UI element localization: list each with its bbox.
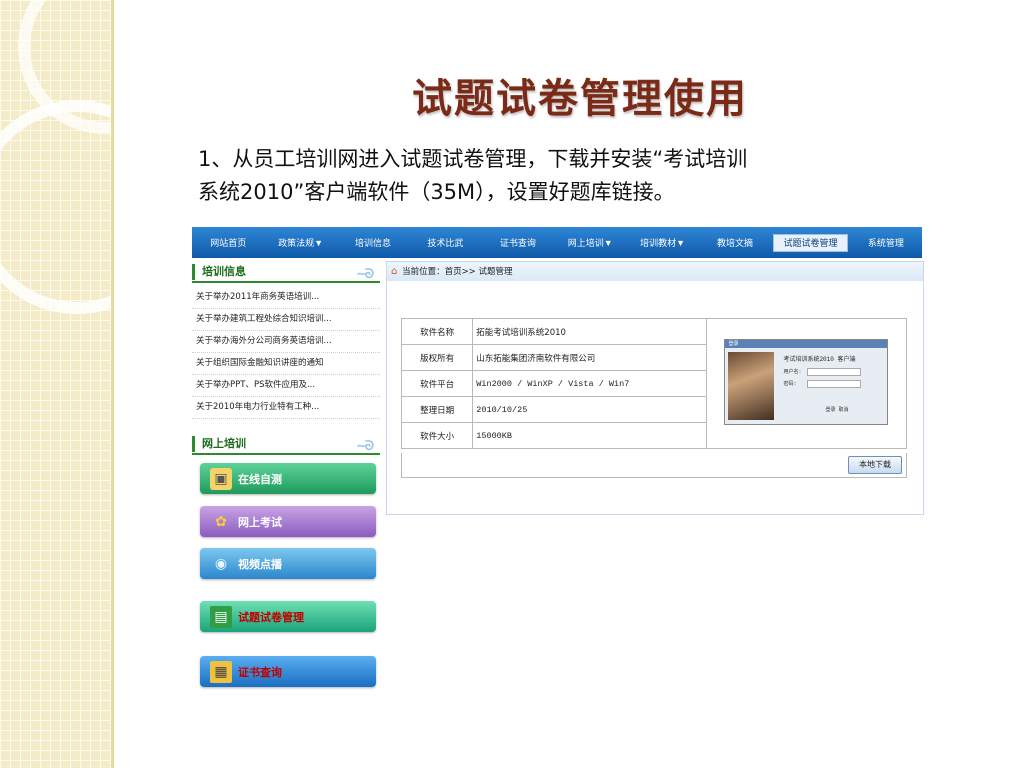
row-value: 拓能考试培训系统2010 — [472, 318, 707, 345]
thumb-text: 登录 取消 — [825, 407, 849, 413]
local-download-button[interactable]: 本地下载 — [848, 456, 902, 474]
row-value: 2010/10/25 — [472, 396, 707, 423]
thumb-field — [807, 368, 862, 376]
row-key: 整理日期 — [400, 396, 474, 423]
client-screenshot-thumbnail[interactable]: 登录 考试培训系统2010 客户端 用户名: 密码: 登录 取消 — [724, 339, 889, 425]
cert-query-label: 证书查询 — [238, 665, 282, 679]
nav-item-online-training[interactable]: 网上培训▼ — [554, 236, 626, 249]
thumb-text: 密码: — [783, 381, 797, 387]
exam-management-label: 试题试卷管理 — [238, 610, 304, 624]
software-info-table: 软件名称 拓能考试培训系统2010 登录 考试培训系统2010 客户端 用户名:… — [400, 318, 908, 449]
slide-title: 试题试卷管理使用 — [412, 75, 748, 122]
panel-title-label: 网上培训 — [202, 437, 246, 450]
panel-title-label: 培训信息 — [202, 265, 246, 278]
row-key: 版权所有 — [400, 344, 474, 371]
row-value: 15000KB — [472, 422, 707, 449]
self-test-label: 在线自测 — [238, 472, 282, 486]
book-icon: ▤ — [210, 605, 232, 628]
nav-item-home[interactable]: 网站首页 — [192, 236, 264, 249]
news-list: 关于举办2011年商务英语培训... 关于举办建筑工程处综合知识培训... 关于… — [192, 287, 380, 419]
breadcrumb-text: 当前位置：首页>> 试题管理 — [402, 267, 513, 277]
exam-management-button[interactable]: ▤ 试题试卷管理 — [200, 601, 376, 632]
panel-title-online-training: 网上培训 ∼ᘐ — [192, 433, 380, 455]
thumb-title: 考试培训系统2010 客户端 — [783, 356, 856, 363]
nav-item-materials[interactable]: 培训教材▼ — [626, 236, 698, 249]
row-key: 软件大小 — [400, 422, 474, 449]
nav-item-exam-management[interactable]: 试题试卷管理 — [773, 233, 848, 252]
main-content-panel: ⌂ 当前位置：首页>> 试题管理 软件名称 拓能考试培训系统2010 登录 考试… — [386, 261, 924, 515]
nav-item-system-admin[interactable]: 系统管理 — [850, 236, 922, 249]
online-exam-label: 网上考试 — [238, 515, 282, 529]
row-key: 软件平台 — [400, 370, 474, 397]
thumb-text: 用户名: — [783, 369, 802, 375]
thumb-field — [807, 380, 862, 388]
news-item[interactable]: 关于组织国际金融知识讲座的通知 — [192, 353, 380, 375]
thumb-titlebar: 登录 — [725, 340, 888, 348]
row-key: 软件名称 — [400, 318, 474, 345]
strip-edge — [111, 0, 114, 768]
swirl-decoration-icon: ∼ᘐ — [355, 439, 374, 454]
nav-item-skill-contest[interactable]: 技术比武 — [409, 236, 481, 249]
news-item[interactable]: 关于举办海外分公司商务英语培训... — [192, 331, 380, 353]
news-item[interactable]: 关于举办建筑工程处综合知识培训... — [192, 309, 380, 331]
flower-icon: ✿ — [215, 513, 227, 530]
nav-item-training-info[interactable]: 培训信息 — [337, 236, 409, 249]
video-label: 视频点播 — [238, 557, 282, 571]
description-line-1: 1、从员工培训网进入试题试卷管理，下载并安装“考试培训 — [198, 147, 748, 171]
screenshot-thumbnail-cell: 登录 考试培训系统2010 客户端 用户名: 密码: 登录 取消 — [705, 318, 908, 449]
video-on-demand-button[interactable]: ◉ 视频点播 — [200, 548, 376, 579]
self-test-button[interactable]: ▣ 在线自测 — [200, 463, 376, 494]
certificate-query-button[interactable]: ▦ 证书查询 — [200, 656, 376, 687]
online-exam-button[interactable]: ✿ 网上考试 — [200, 506, 376, 537]
nav-item-policy[interactable]: 政策法规▼ — [264, 236, 336, 249]
title-accent-bar — [192, 264, 195, 280]
news-item[interactable]: 关于举办PPT、PS软件应用及... — [192, 375, 380, 397]
nav-item-cert-query[interactable]: 证书查询 — [482, 236, 554, 249]
decorative-ring — [0, 100, 184, 314]
download-row: 本地下载 — [401, 453, 907, 478]
calculator-icon: ▦ — [210, 660, 232, 683]
website-screenshot: 网站首页 政策法规▼ 培训信息 技术比武 证书查询 网上培训▼ 培训教材▼ 教培… — [192, 223, 924, 697]
breadcrumb: ⌂ 当前位置：首页>> 试题管理 — [387, 262, 923, 281]
news-item[interactable]: 关于举办2011年商务英语培训... — [192, 287, 380, 309]
left-decorative-strip — [0, 0, 192, 768]
panel-title-training-info: 培训信息 ∼ᘐ — [192, 261, 380, 283]
top-navigation-bar: 网站首页 政策法规▼ 培训信息 技术比武 证书查询 网上培训▼ 培训教材▼ 教培… — [192, 227, 922, 258]
home-icon[interactable]: ⌂ — [391, 266, 397, 277]
row-value: 山东拓能集团济南软件有限公司 — [472, 344, 707, 371]
swirl-decoration-icon: ∼ᘐ — [355, 267, 374, 282]
news-item[interactable]: 关于2010年电力行业特有工种... — [192, 397, 380, 419]
nav-item-digest[interactable]: 教培文摘 — [699, 236, 771, 249]
thumb-photo — [728, 352, 775, 420]
row-value: Win2000 / WinXP / Vista / Win7 — [472, 370, 707, 397]
monitor-icon: ▣ — [210, 467, 232, 490]
globe-icon: ◉ — [214, 555, 228, 572]
table-row: 软件名称 拓能考试培训系统2010 登录 考试培训系统2010 客户端 用户名:… — [400, 318, 908, 449]
slide-description: 1、从员工培训网进入试题试卷管理，下载并安装“考试培训 系统2010”客户端软件… — [198, 143, 938, 209]
sidebar: 培训信息 ∼ᘐ 关于举办2011年商务英语培训... 关于举办建筑工程处综合知识… — [192, 261, 380, 697]
description-line-2: 系统2010”客户端软件（35M），设置好题库链接。 — [198, 180, 675, 204]
title-accent-bar — [192, 436, 195, 452]
